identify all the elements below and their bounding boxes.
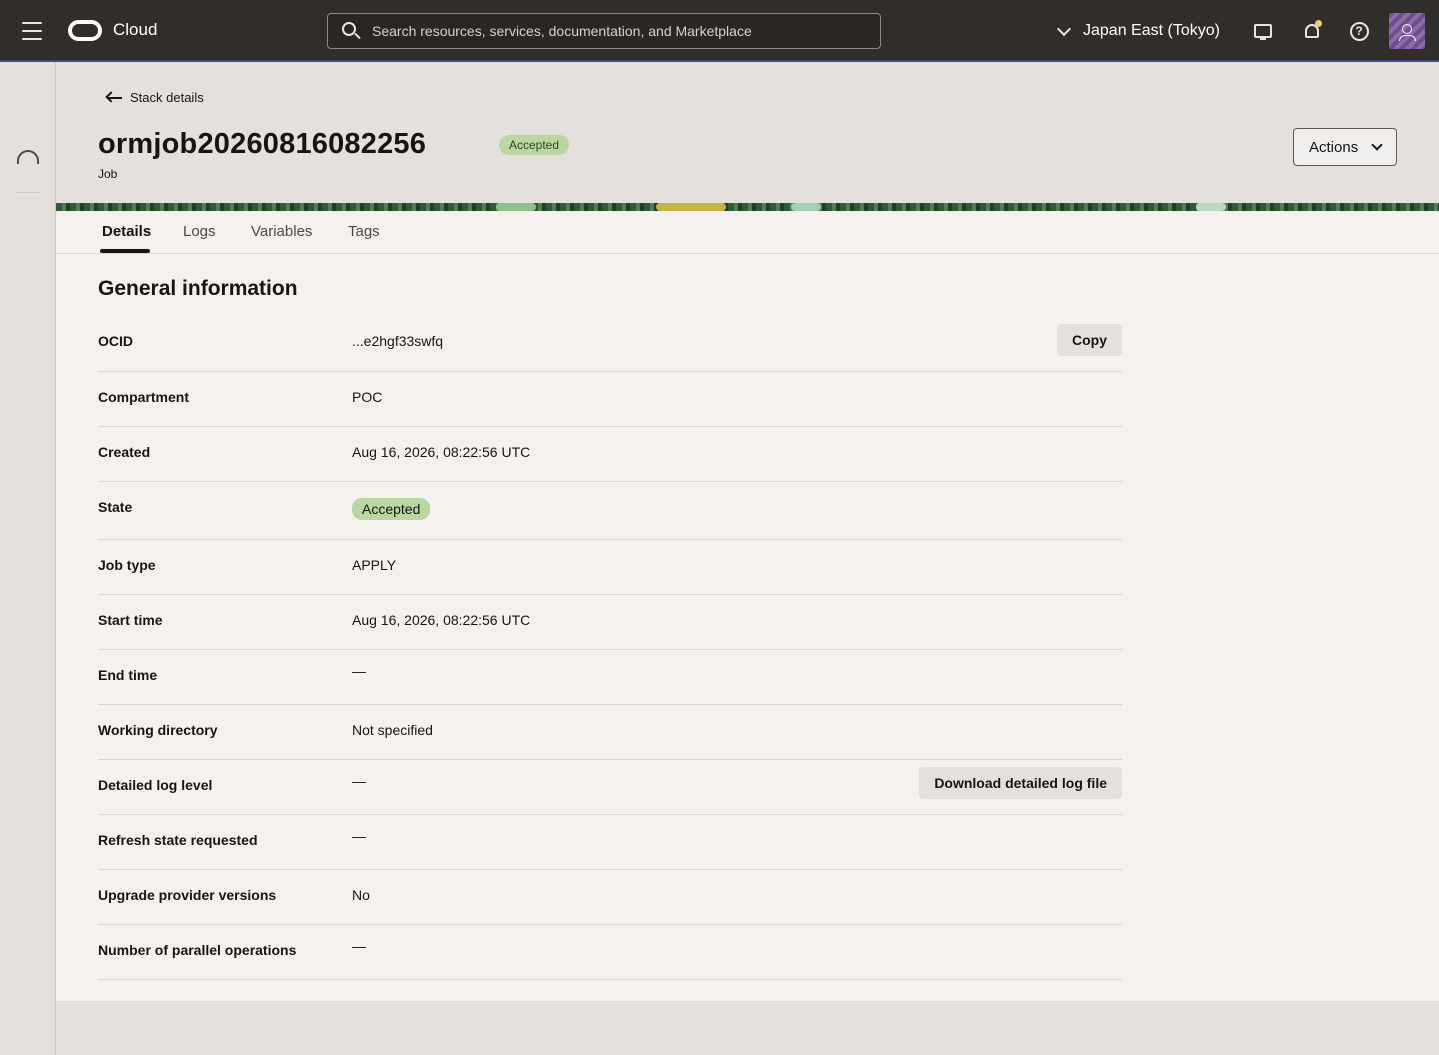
info-row-created: Created Aug 16, 2026, 08:22:56 UTC [98, 427, 1122, 482]
bell-icon[interactable] [1301, 20, 1323, 42]
row-label: Compartment [98, 389, 190, 405]
row-value: Not specified [352, 722, 433, 738]
search-placeholder: Search resources, services, documentatio… [372, 23, 752, 39]
row-value: — [352, 938, 366, 954]
row-label: Working directory [98, 722, 218, 738]
info-row-start-time: Start time Aug 16, 2026, 08:22:56 UTC [98, 595, 1122, 650]
row-label: Start time [98, 612, 163, 628]
region-label: Japan East (Tokyo) [1083, 22, 1220, 39]
region-selector[interactable]: Japan East (Tokyo) [1055, 18, 1220, 44]
help-icon[interactable]: ? [1348, 20, 1370, 42]
brand-name[interactable]: Cloud [113, 20, 157, 40]
decorative-banner [56, 203, 1439, 211]
back-arrow-icon [105, 90, 122, 104]
row-label: Upgrade provider versions [98, 887, 277, 903]
tab-tags[interactable]: Tags [348, 223, 380, 240]
info-row-parallel-operations: Number of parallel operations — [98, 925, 1122, 980]
back-label: Stack details [130, 90, 204, 105]
page-header: Stack details ormjob20260816082256 Accep… [56, 62, 1439, 203]
actions-button[interactable]: Actions [1293, 128, 1397, 166]
row-value: Aug 16, 2026, 08:22:56 UTC [352, 444, 531, 460]
row-value: No [352, 887, 370, 903]
actions-label: Actions [1309, 138, 1359, 156]
row-value: — [352, 663, 366, 679]
info-row-job-type: Job type APPLY [98, 540, 1122, 595]
info-row-refresh-state: Refresh state requested — [98, 815, 1122, 870]
menu-icon[interactable] [22, 22, 42, 40]
tab-variables[interactable]: Variables [251, 223, 312, 240]
chevron-down-icon [1371, 139, 1383, 151]
chevron-down-icon [1056, 21, 1072, 37]
row-label: Number of parallel operations [98, 942, 297, 958]
active-tab-indicator [100, 249, 150, 253]
user-icon[interactable] [1389, 13, 1425, 49]
row-label: OCID [98, 333, 133, 349]
tab-bar: Details Logs Variables Tags [56, 211, 1439, 254]
status-badge: Accepted [499, 135, 570, 155]
page-footer-area [56, 1001, 1439, 1055]
info-row-compartment: Compartment POC [98, 372, 1122, 427]
row-value[interactable]: POC [352, 389, 382, 405]
info-row-working-directory: Working directory Not specified [98, 705, 1122, 760]
oracle-logo-icon[interactable] [68, 20, 102, 41]
row-value: — [352, 828, 366, 844]
page-subtitle: Job [98, 167, 118, 181]
info-row-detailed-log-level: Detailed log level — Download detailed l… [98, 760, 1122, 815]
back-link[interactable]: Stack details [105, 90, 204, 105]
copy-button[interactable]: Copy [1057, 324, 1122, 356]
row-value: — [352, 773, 366, 789]
rail-divider [16, 192, 40, 193]
left-rail [0, 62, 56, 1055]
row-value: Aug 16, 2026, 08:22:56 UTC [352, 612, 531, 628]
tab-details[interactable]: Details [102, 223, 151, 240]
state-badge: Accepted [352, 498, 431, 520]
top-bar: Cloud Search resources, services, docume… [0, 0, 1439, 62]
download-log-button[interactable]: Download detailed log file [919, 767, 1122, 799]
row-label: Job type [98, 557, 156, 573]
row-value: ...e2hgf33swfq [352, 333, 444, 349]
search-icon [340, 20, 362, 42]
tab-logs[interactable]: Logs [183, 223, 216, 240]
details-panel: Details Logs Variables Tags General info… [56, 211, 1439, 1001]
row-label: End time [98, 667, 158, 683]
row-label: State [98, 499, 133, 515]
section-title: General information [98, 277, 298, 300]
info-row-state: State Accepted [98, 482, 1122, 540]
page-title: ormjob20260816082256 [98, 128, 427, 160]
cloud-icon[interactable] [17, 150, 39, 164]
row-label: Created [98, 444, 151, 460]
monitor-icon[interactable] [1252, 20, 1274, 42]
row-value: APPLY [352, 557, 397, 573]
search-input[interactable]: Search resources, services, documentatio… [327, 13, 881, 49]
row-label: Detailed log level [98, 777, 213, 793]
row-label: Refresh state requested [98, 832, 258, 848]
info-row-upgrade-provider: Upgrade provider versions No [98, 870, 1122, 925]
info-row-ocid: OCID ...e2hgf33swfq Copy [98, 316, 1122, 372]
info-row-end-time: End time — [98, 650, 1122, 705]
